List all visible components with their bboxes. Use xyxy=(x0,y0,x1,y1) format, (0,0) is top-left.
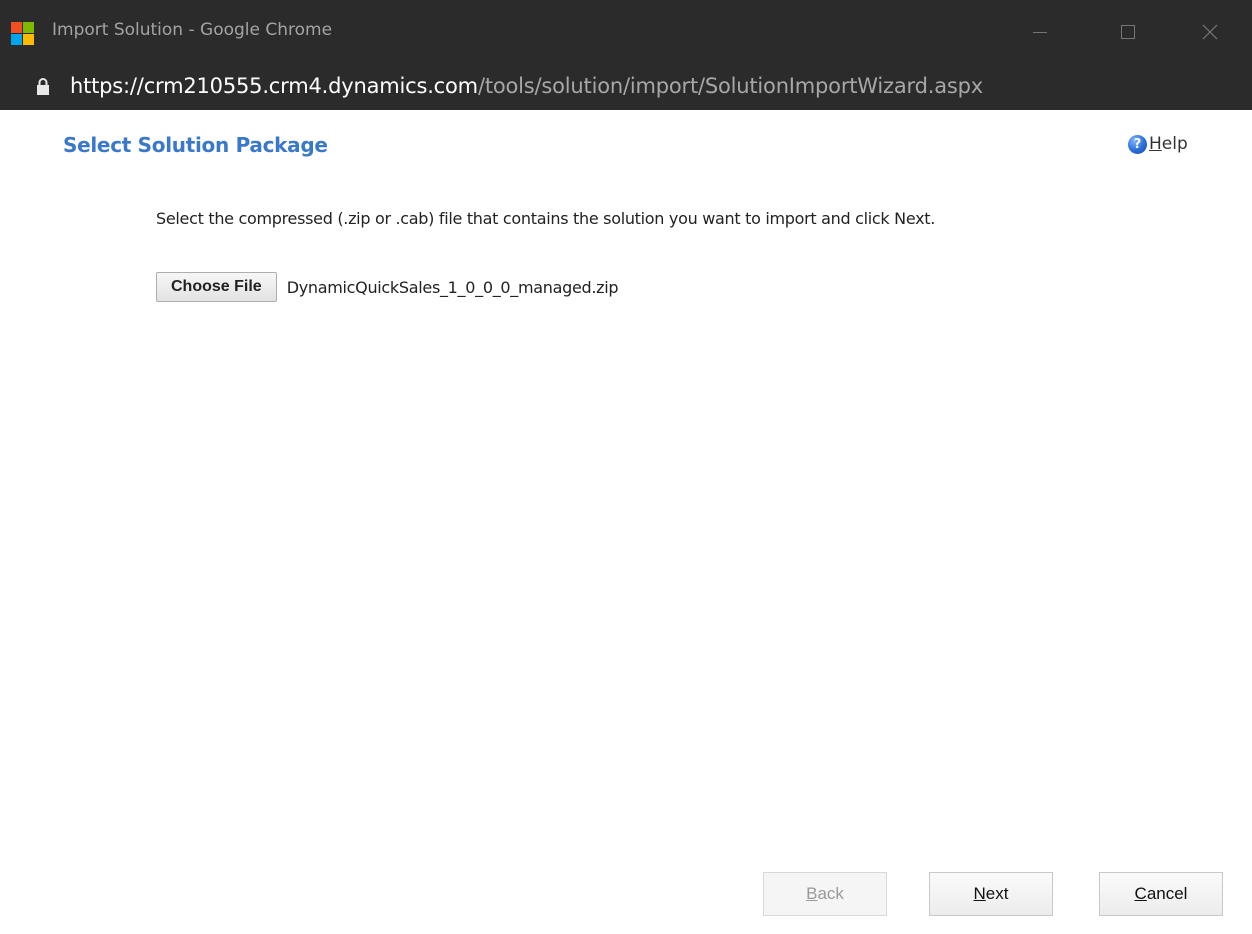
minimize-button[interactable] xyxy=(1016,14,1062,50)
window-titlebar: Import Solution - Google Chrome xyxy=(0,0,1252,66)
lock-icon xyxy=(37,78,49,95)
choose-file-button[interactable]: Choose File xyxy=(156,272,277,302)
page-title: Select Solution Package xyxy=(63,133,328,157)
question-icon: ? xyxy=(1128,134,1147,154)
microsoft-logo-icon xyxy=(11,22,35,46)
cancel-rest: ancel xyxy=(1146,884,1188,903)
cancel-accel: C xyxy=(1134,884,1147,903)
help-accel: H xyxy=(1149,134,1162,154)
close-button[interactable] xyxy=(1186,14,1232,50)
cancel-button[interactable]: Cancel xyxy=(1099,872,1223,916)
back-rest: ack xyxy=(817,884,844,903)
instructions-text: Select the compressed (.zip or .cab) fil… xyxy=(156,209,936,228)
window-title: Import Solution - Google Chrome xyxy=(52,20,333,40)
url-host-name: crm210555.crm4.dynamics.com xyxy=(143,74,478,98)
next-button[interactable]: Next xyxy=(929,872,1053,916)
close-icon xyxy=(1202,24,1218,40)
next-rest: ext xyxy=(985,884,1009,903)
url-path: /tools/solution/import/SolutionImportWiz… xyxy=(477,74,983,98)
url-scheme: https:// xyxy=(70,74,144,98)
address-bar[interactable]: https://crm210555.crm4.dynamics.com/tool… xyxy=(0,66,1252,110)
help-label: Help xyxy=(1149,134,1188,154)
url-text[interactable]: https://crm210555.crm4.dynamics.com/tool… xyxy=(70,74,983,98)
back-button[interactable]: Back xyxy=(763,872,887,916)
maximize-button[interactable] xyxy=(1103,14,1149,50)
selected-file-name: DynamicQuickSales_1_0_0_0_managed.zip xyxy=(286,277,619,297)
help-link[interactable]: ? Help xyxy=(1128,133,1188,155)
help-rest: elp xyxy=(1161,134,1188,154)
next-accel: N xyxy=(973,884,986,903)
back-accel: B xyxy=(806,884,818,903)
file-picker: Choose File DynamicQuickSales_1_0_0_0_ma… xyxy=(156,271,619,303)
url-host: https://crm210555.crm4.dynamics.com xyxy=(70,74,478,98)
